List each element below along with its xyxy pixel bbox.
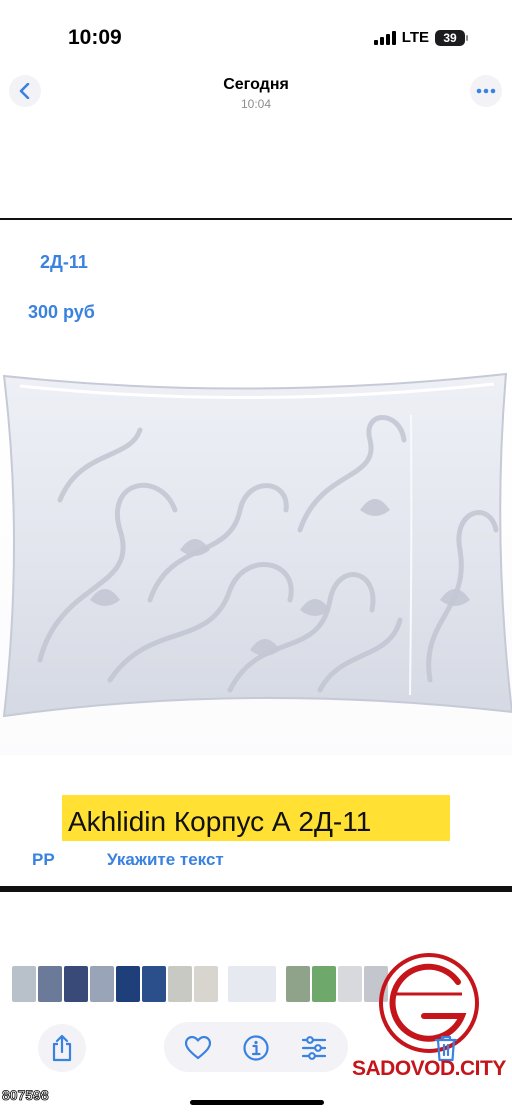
product-caption: Akhlidin Корпус А 2Д-11 [68,806,372,837]
page-subtitle: 10:04 [240,97,272,111]
thumbnail[interactable] [142,966,166,1002]
markup-text-field[interactable]: Укажите текст [107,850,224,870]
message-article: 2Д-11 [40,252,88,272]
status-time: 10:09 [68,26,122,49]
battery-icon: 39 [435,29,468,46]
divider-bottom [0,886,512,892]
watermark-brand: SADOVOD.CITY [352,1057,506,1080]
thumbnail[interactable] [312,966,336,1002]
status-indicators: LTE 39 [373,29,468,46]
info-button[interactable] [242,1034,270,1062]
thumbnail[interactable] [38,966,62,1002]
battery-level: 39 [435,29,465,46]
adjust-icon [301,1036,327,1060]
adjust-button[interactable] [300,1034,328,1062]
thumbnail-selected[interactable] [228,966,276,1002]
divider-top [0,218,512,220]
thumbnail[interactable] [168,966,192,1002]
info-icon [243,1035,269,1061]
share-icon [52,1034,72,1062]
thumbnail-strip[interactable] [12,966,388,1002]
thumbnail[interactable] [116,966,140,1002]
ellipsis-icon [476,88,496,94]
signal-icon [373,30,396,45]
home-indicator [190,1100,324,1105]
thumbnail[interactable] [286,966,310,1002]
network-type: LTE [401,29,429,46]
watermark-code: 807598 [2,1087,50,1104]
sadovod-logo [379,953,479,1053]
heart-icon [185,1036,211,1060]
thumbnail[interactable] [90,966,114,1002]
more-button[interactable] [470,75,502,107]
pillow-image [0,372,512,780]
thumbnail[interactable] [12,966,36,1002]
message-price: 300 руб [28,302,95,322]
product-photo[interactable] [0,360,512,780]
reply-label: РР [32,850,55,869]
thumbnail[interactable] [194,966,218,1002]
thumbnail[interactable] [64,966,88,1002]
share-button[interactable] [38,1024,86,1072]
favorite-button[interactable] [184,1034,212,1062]
thumbnail[interactable] [338,966,362,1002]
page-title: Сегодня [223,76,289,93]
